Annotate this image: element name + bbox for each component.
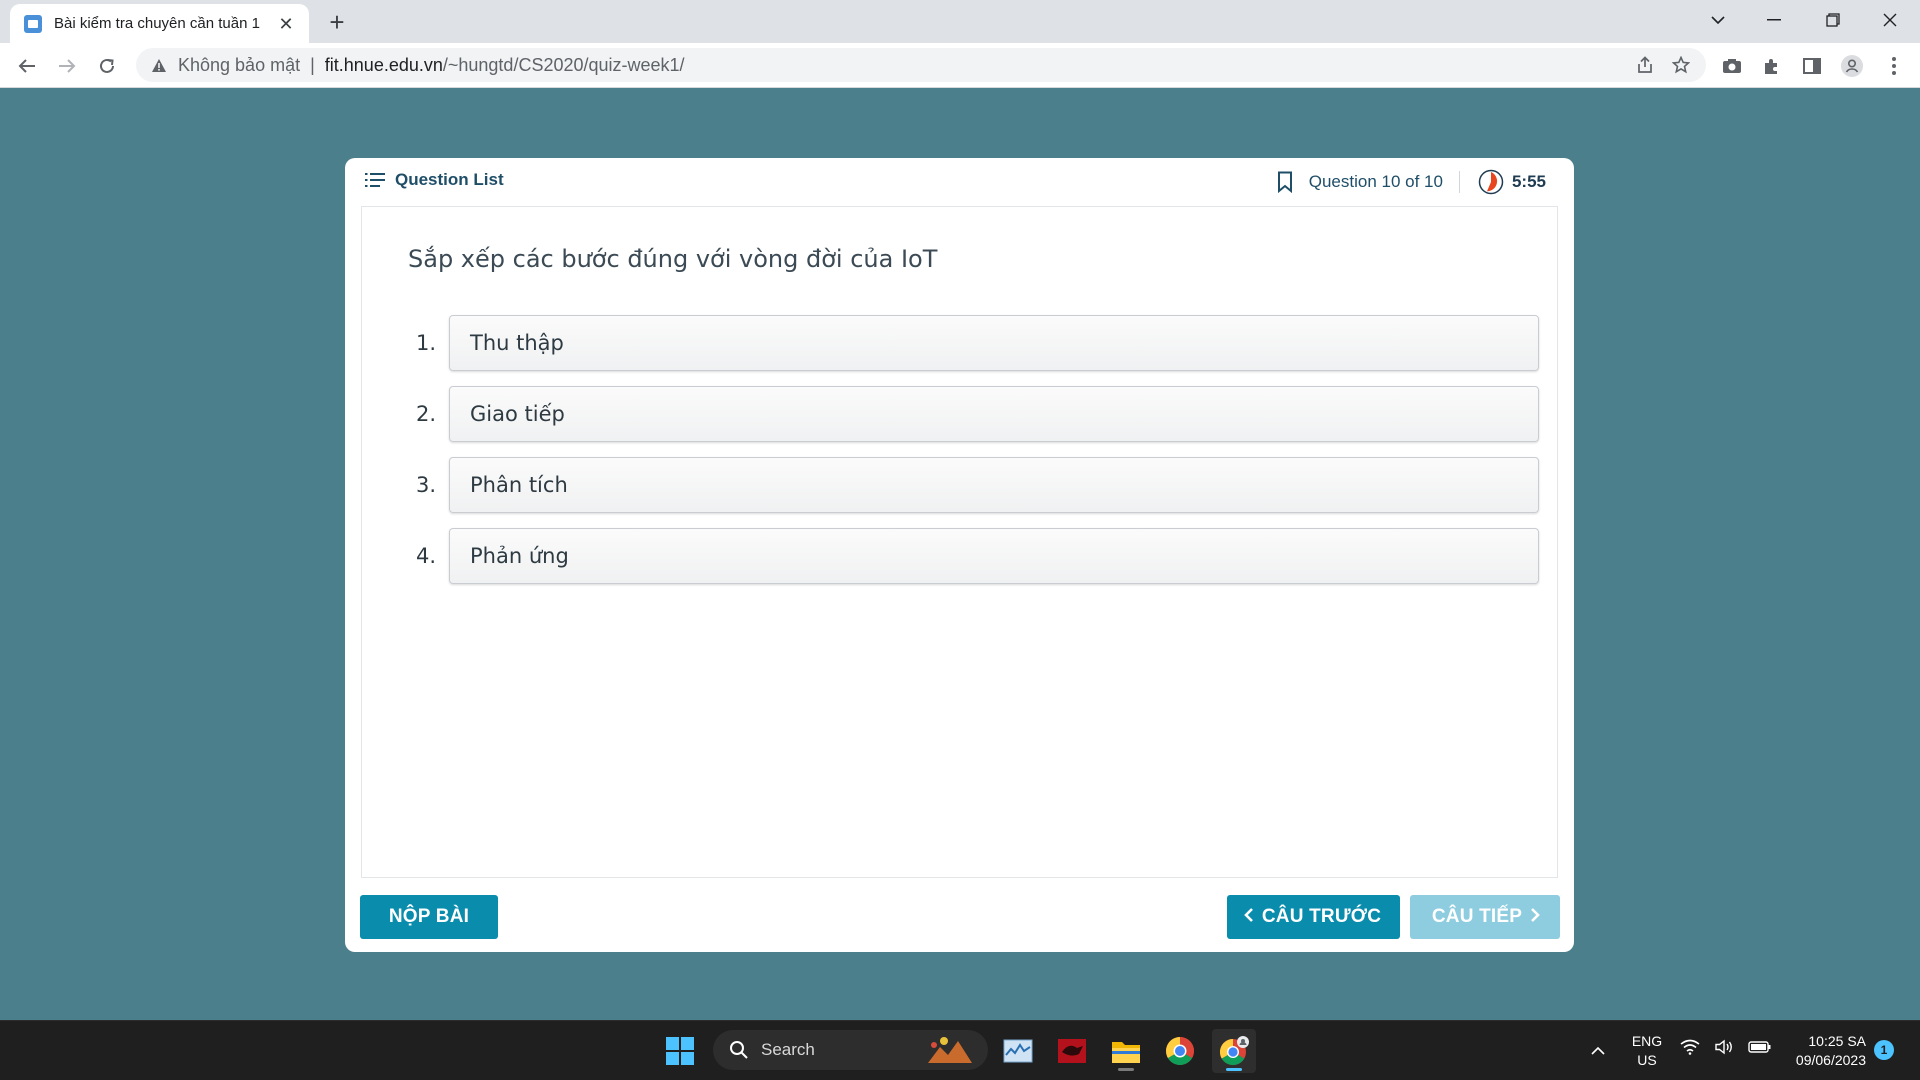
timer-value: 5:55: [1511, 172, 1546, 191]
url-host: fit.hnue.edu.vn: [324, 54, 443, 75]
clock[interactable]: 10:25 SA 09/06/2023: [1776, 1032, 1866, 1070]
address-bar[interactable]: Không bảo mật | fit.hnue.edu.vn/~hungtd/…: [136, 48, 1706, 82]
tab-search-chevron-icon[interactable]: [1690, 0, 1746, 40]
task-manager-icon[interactable]: [996, 1029, 1040, 1073]
chevron-left-icon: [1244, 906, 1254, 929]
timer-icon: [1478, 169, 1504, 195]
region-code: US: [1637, 1052, 1657, 1068]
quiz-card: Question List Question 10 of 10 5:55 Sắp…: [345, 158, 1574, 952]
chrome-profile-app-icon[interactable]: [1212, 1029, 1256, 1073]
list-item: 4. Phản ứng: [392, 528, 1539, 584]
taskbar-search[interactable]: Search: [713, 1030, 988, 1070]
file-explorer-icon[interactable]: [1104, 1029, 1148, 1073]
site-favicon-icon: [24, 14, 42, 33]
warning-icon[interactable]: [150, 56, 168, 74]
share-icon[interactable]: [1630, 50, 1660, 80]
answer-number: 3.: [415, 473, 436, 497]
search-highlight-icon: [928, 1037, 972, 1063]
chevron-right-icon: [1530, 906, 1540, 929]
draggable-answer[interactable]: Giao tiếp: [449, 386, 1539, 442]
next-question-button[interactable]: CÂU TIẾP: [1410, 895, 1560, 939]
bookmark-icon[interactable]: [1277, 171, 1293, 193]
back-arrow-icon[interactable]: [11, 50, 43, 82]
draggable-answer[interactable]: Phản ứng: [449, 528, 1539, 584]
search-label: Search: [761, 1040, 815, 1059]
question-list-label: Question List: [395, 170, 504, 189]
answer-list: 1. Thu thập 2. Giao tiếp 3. Phân tích 4.…: [392, 315, 1539, 599]
tab-title: Bài kiểm tra chuyên cần tuần 1: [54, 15, 260, 32]
wifi-icon: [1680, 1039, 1700, 1055]
list-item: 1. Thu thập: [392, 315, 1539, 371]
battery-icon: [1748, 1041, 1771, 1053]
profile-icon[interactable]: [1836, 50, 1868, 82]
chrome-icon[interactable]: [1158, 1029, 1202, 1073]
show-hidden-icons-chevron-icon[interactable]: [1583, 1041, 1613, 1060]
list-item: 3. Phân tích: [392, 457, 1539, 513]
app-red-icon[interactable]: [1050, 1029, 1094, 1073]
security-label[interactable]: Không bảo mật: [178, 55, 300, 76]
notification-badge[interactable]: 1: [1874, 1040, 1894, 1060]
answer-number: 4.: [415, 544, 436, 568]
question-area: Sắp xếp các bước đúng với vòng đời của I…: [361, 206, 1558, 878]
menu-dots-icon[interactable]: [1878, 50, 1910, 82]
omnibox-actions: [1630, 50, 1696, 80]
browser-tabstrip: Bài kiểm tra chuyên cần tuần 1 ✕ +: [0, 0, 1920, 43]
extensions-icon[interactable]: [1756, 50, 1788, 82]
star-icon[interactable]: [1666, 50, 1696, 80]
camera-icon[interactable]: [1716, 50, 1748, 82]
running-indicator: [1118, 1068, 1134, 1071]
browser-toolbar: Không bảo mật | fit.hnue.edu.vn/~hungtd/…: [0, 43, 1920, 88]
close-tab-icon[interactable]: ✕: [275, 13, 297, 35]
search-icon: [730, 1041, 748, 1059]
url-separator: |: [310, 54, 315, 75]
list-item: 2. Giao tiếp: [392, 386, 1539, 442]
next-question-label: CÂU TIẾP: [1431, 906, 1523, 927]
question-counter: Question 10 of 10: [1308, 172, 1443, 191]
clock-time: 10:25 SA: [1808, 1033, 1866, 1049]
question-text: Sắp xếp các bước đúng với vòng đời của I…: [408, 245, 938, 273]
active-indicator: [1226, 1068, 1242, 1071]
draggable-answer[interactable]: Phân tích: [449, 457, 1539, 513]
side-panel-icon[interactable]: [1796, 50, 1828, 82]
quiz-header: Question List Question 10 of 10 5:55: [345, 158, 1574, 206]
previous-question-label: CÂU TRƯỚC: [1261, 906, 1382, 927]
close-window-button[interactable]: [1862, 0, 1918, 40]
windows-start-icon[interactable]: [658, 1029, 702, 1073]
system-tray-icons[interactable]: [1680, 1039, 1772, 1055]
new-tab-button[interactable]: +: [322, 8, 352, 38]
browser-tab[interactable]: Bài kiểm tra chuyên cần tuần 1 ✕: [10, 4, 309, 43]
volume-icon: [1715, 1039, 1732, 1055]
quiz-status: Question 10 of 10 5:55: [1277, 168, 1546, 196]
restore-button[interactable]: [1805, 0, 1861, 40]
forward-arrow-icon[interactable]: [51, 50, 83, 82]
answer-number: 1.: [415, 331, 436, 355]
question-list-button[interactable]: Question List: [365, 170, 504, 190]
previous-question-button[interactable]: CÂU TRƯỚC: [1227, 895, 1400, 939]
language-indicator[interactable]: ENG US: [1627, 1032, 1667, 1070]
minimize-button[interactable]: [1746, 0, 1802, 40]
draggable-answer[interactable]: Thu thập: [449, 315, 1539, 371]
clock-date: 09/06/2023: [1795, 1052, 1866, 1068]
list-icon: [365, 173, 385, 187]
submit-button[interactable]: NỘP BÀI: [360, 895, 498, 939]
taskbar: Search ENG US 10:25 SA 09/06/2023 1: [0, 1020, 1920, 1080]
header-divider: [1458, 171, 1460, 193]
answer-number: 2.: [415, 402, 436, 426]
url-path: /~hungtd/CS2020/quiz-week1/: [442, 54, 685, 75]
reload-icon[interactable]: [91, 50, 123, 82]
language-code: ENG: [1631, 1033, 1663, 1049]
